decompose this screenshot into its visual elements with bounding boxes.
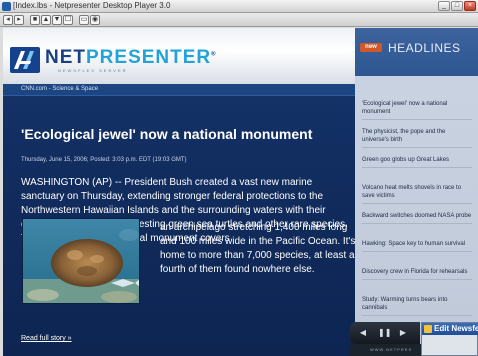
headlines-title: HEADLINES [388,41,461,55]
article-continuation: an archipelago stretching 1,400 miles lo… [160,222,355,275]
edit-window-icon [424,325,432,333]
brand-wordmark: NETPRESENTER® [45,47,217,69]
article-dateline: Thursday, June 15, 2006; Posted: 3:03 p.… [21,157,187,163]
toolbar: ◂ ▸ ■ ▲ ▼ ☐ ▭ ◉ [0,13,478,27]
minimize-button[interactable]: _ [438,1,450,11]
player-controls: ◀ ❚❚ ▶ [350,322,420,344]
headline-item[interactable]: The physicist, the pope and the universe… [362,128,472,148]
maximize-button[interactable]: □ [451,1,463,11]
brand-header: NETPRESENTER® NEWSFLEX SERVER [3,28,355,84]
headlines-sidebar: new HEADLINES 'Ecological jewel' now a n… [355,28,478,356]
article-pane: NETPRESENTER® NEWSFLEX SERVER CNN.com - … [3,28,355,356]
section-bar: CNN.com - Science & Space [3,84,355,96]
headlines-header: new HEADLINES [355,28,478,76]
headline-item[interactable]: Green goo globs up Great Lakes [362,156,472,168]
brand-tagline: NEWSFLEX SERVER [58,68,128,73]
window-title: [Index.lbs - Netpresenter Desktop Player… [13,1,171,10]
down-button[interactable]: ▼ [52,15,62,25]
coral-photo [22,218,140,304]
forward-button[interactable]: ▸ [14,15,24,25]
pause-icon[interactable]: ❚❚ [378,328,391,338]
headline-item[interactable]: Backward switches doomed NASA probe [362,212,472,224]
edit-newsfeed-window[interactable]: Edit Newsfe [421,322,478,356]
headline-item[interactable]: Hawking: Space key to human survival [362,240,472,252]
new-badge: new [360,43,382,52]
close-button[interactable]: × [464,1,476,11]
toolbar-gap [25,15,29,25]
settings-button[interactable]: ◉ [90,15,100,25]
previous-icon[interactable]: ◀ [358,328,368,338]
edit-newsfeed-title: Edit Newsfe [434,324,478,333]
brand-wordmark-accent: PRESENTER [86,47,212,68]
headline-item[interactable]: Discovery crew in Florida for rehearsals [362,268,472,280]
edit-newsfeed-title-bar[interactable]: Edit Newsfe [422,323,478,335]
headline-item[interactable]: Study: Warming turns bears into cannibal… [362,296,472,316]
brand-wordmark-main: NET [45,47,86,68]
section-label: CNN.com - Science & Space [21,86,99,92]
toolbar-gap [74,15,78,25]
next-icon[interactable]: ▶ [398,328,408,338]
window-controls: _ □ × [438,1,476,11]
read-full-story-link[interactable]: Read full story » [21,335,72,342]
app-icon [2,2,11,11]
footer-url: WWW.NETPRES [370,347,413,352]
view-button[interactable]: ▭ [79,15,89,25]
registered-mark: ® [211,51,217,58]
article-headline: 'Ecological jewel' now a national monume… [21,126,313,142]
headline-item[interactable]: Volcano heat melts shovels in race to sa… [362,184,472,204]
toolbar-buttons: ◂ ▸ ■ ▲ ▼ ☐ ▭ ◉ [3,15,100,25]
netpresenter-logo-icon [10,47,40,73]
up-button[interactable]: ▲ [41,15,51,25]
stop-button[interactable]: ■ [30,15,40,25]
back-button[interactable]: ◂ [3,15,13,25]
window-title-bar[interactable]: [Index.lbs - Netpresenter Desktop Player… [0,0,478,13]
headline-item[interactable]: 'Ecological jewel' now a national monume… [362,100,472,120]
window-button[interactable]: ☐ [63,15,73,25]
